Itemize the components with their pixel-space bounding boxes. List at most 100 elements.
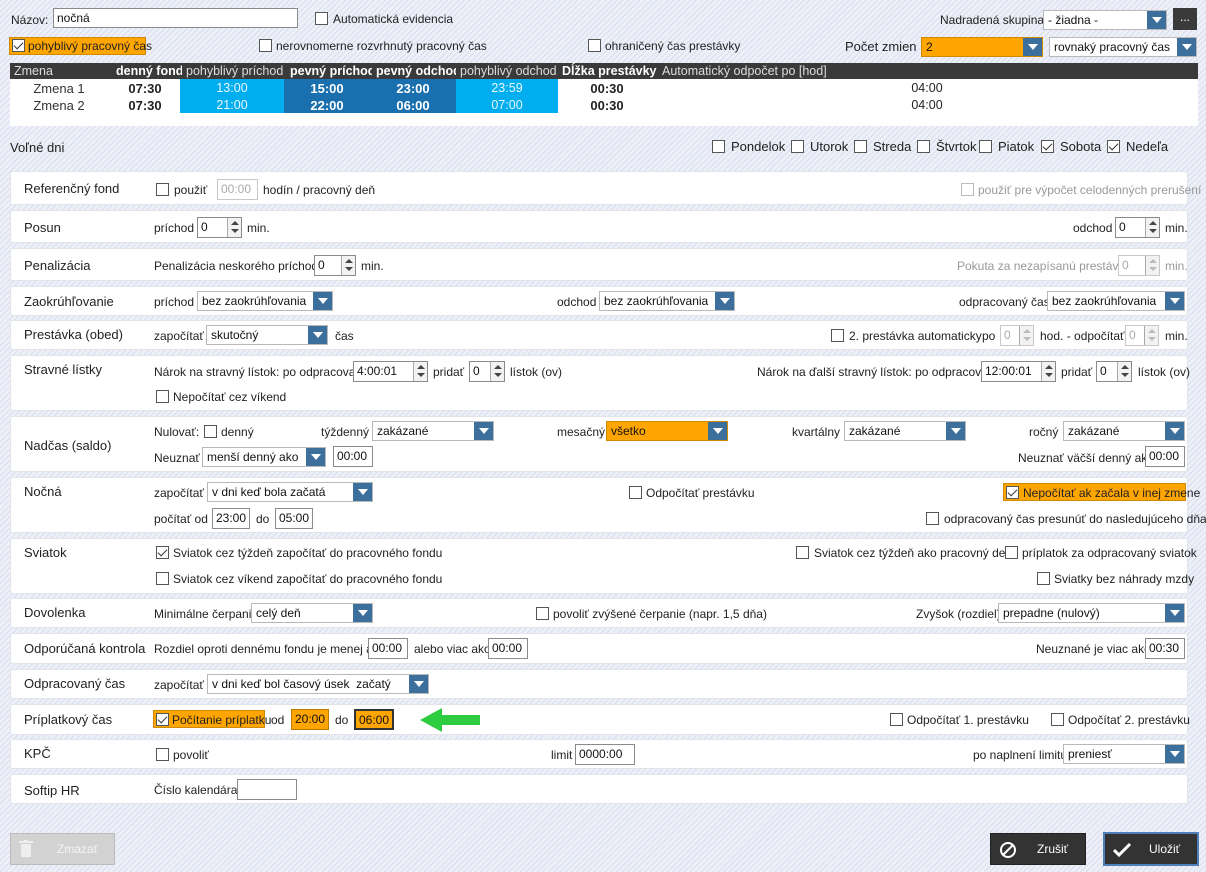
day-checkbox-streda[interactable]	[854, 140, 867, 153]
yearly-select[interactable]: zakázané	[1063, 421, 1185, 441]
holiday-no-comp-checkbox[interactable]	[1037, 572, 1050, 585]
table-cell[interactable]: 04:00	[890, 97, 964, 114]
rounding-departure-select[interactable]: bez zaokrúhľovania	[599, 291, 735, 311]
check-unrec-input[interactable]: 00:30	[1145, 638, 1185, 659]
name-input[interactable]: nočná	[53, 8, 298, 28]
table-cell[interactable]: 07:30	[110, 80, 180, 97]
holiday-weekend-fund-checkbox[interactable]	[156, 572, 169, 585]
spinner-arrows-icon[interactable]	[1019, 326, 1033, 345]
day-checkbox-sobota[interactable]	[1041, 140, 1054, 153]
surcharge-b1-checkbox[interactable]	[890, 713, 903, 726]
daily-reset-checkbox[interactable]	[204, 425, 217, 438]
day-checkbox-piatok[interactable]	[979, 140, 992, 153]
arrival-offset-spinner[interactable]: 0	[197, 217, 242, 238]
uneven-checkbox[interactable]	[259, 39, 272, 52]
kpc-allow-checkbox[interactable]	[156, 748, 169, 761]
table-cell[interactable]: Zmena 2	[24, 97, 94, 114]
break-deduct-spinner[interactable]: 0	[1125, 325, 1159, 346]
weekly-select[interactable]: zakázané	[372, 421, 494, 441]
delete-button[interactable]: Zmazať	[10, 833, 115, 865]
spinner-arrows-icon[interactable]	[1144, 326, 1158, 345]
check-less-input[interactable]: 00:00	[368, 638, 408, 659]
vacation-rest-select[interactable]: prepadne (nulový)	[998, 603, 1185, 623]
limited-break-checkbox[interactable]	[588, 39, 601, 52]
flexible-checkbox[interactable]	[12, 39, 25, 52]
ref-fund-full-checkbox[interactable]	[961, 183, 974, 196]
break-count-select[interactable]: skutočný	[206, 325, 328, 345]
quarterly-select[interactable]: zakázané	[844, 421, 966, 441]
ignore-time-input[interactable]: 00:00	[333, 446, 373, 467]
rounding-worked-select[interactable]: bez zaokrúhľovania	[1047, 291, 1185, 311]
holiday-week-fund-checkbox[interactable]	[156, 546, 169, 559]
distribution-select[interactable]: rovnaký pracovný čas	[1049, 37, 1197, 57]
night-to-input[interactable]: 05:00	[275, 508, 313, 529]
day-checkbox-utorok[interactable]	[791, 140, 804, 153]
meal-entitle-spinner[interactable]: 4:00:01	[353, 361, 428, 382]
day-checkbox-nedela[interactable]	[1107, 140, 1120, 153]
table-cell[interactable]: 23:00	[370, 80, 456, 97]
rounding-arrival-select[interactable]: bez zaokrúhľovania	[197, 291, 333, 311]
spinner-arrows-icon[interactable]	[341, 256, 355, 275]
table-cell[interactable]: 22:00	[284, 97, 370, 114]
monthly-select[interactable]: všetko	[606, 421, 728, 441]
spinner-arrows-icon[interactable]	[413, 362, 427, 381]
auto-evidence-checkbox[interactable]	[315, 12, 328, 25]
holiday-workday-checkbox[interactable]	[796, 546, 809, 559]
table-cell[interactable]: 00:30	[570, 80, 644, 97]
ref-fund-hours-input[interactable]: 00:00	[217, 179, 258, 200]
spinner-arrows-icon[interactable]	[490, 362, 504, 381]
break-after-spinner[interactable]: 0	[1000, 325, 1034, 346]
surcharge-calc-checkbox[interactable]	[156, 713, 169, 726]
spinner-arrows-icon[interactable]	[1145, 218, 1159, 237]
vacation-min-select[interactable]: celý deň	[251, 603, 373, 623]
table-cell[interactable]: 21:00	[180, 97, 284, 114]
departure-offset-spinner[interactable]: 0	[1115, 217, 1160, 238]
fine-spinner[interactable]: 0	[1118, 255, 1160, 276]
spinner-arrows-icon[interactable]	[1145, 256, 1159, 275]
table-cell[interactable]: 07:30	[110, 97, 180, 114]
night-not-other-checkbox[interactable]	[1006, 486, 1019, 499]
meal-next-spinner[interactable]: 12:00:01	[981, 361, 1056, 382]
more-button[interactable]: ...	[1173, 8, 1197, 30]
holiday-bonus-checkbox[interactable]	[1005, 546, 1018, 559]
table-cell[interactable]: 07:00	[456, 97, 558, 114]
surcharge-b2-checkbox[interactable]	[1051, 713, 1064, 726]
checkmark-icon	[1113, 842, 1131, 858]
table-cell[interactable]: 00:30	[570, 97, 644, 114]
meal-add2-spinner[interactable]: 0	[1096, 361, 1132, 382]
table-cell[interactable]: Zmena 1	[24, 80, 94, 97]
spinner-arrows-icon[interactable]	[227, 218, 241, 237]
second-break-checkbox[interactable]	[831, 329, 844, 342]
night-move-checkbox[interactable]	[926, 512, 939, 525]
table-cell[interactable]: 23:59	[456, 80, 558, 97]
ignore-select[interactable]: menší denný ako	[202, 447, 326, 467]
parent-group-select[interactable]: - žiadna -	[1043, 10, 1167, 30]
surcharge-from-input[interactable]: 20:00	[291, 709, 329, 730]
shift-count-select[interactable]: 2	[921, 37, 1043, 57]
night-deduct-checkbox[interactable]	[629, 486, 642, 499]
night-count-select[interactable]: v dni keď bola začatá	[207, 482, 373, 502]
table-cell[interactable]: 15:00	[284, 80, 370, 97]
kpc-after-select[interactable]: preniesť	[1063, 744, 1185, 764]
save-button[interactable]: Uložiť	[1103, 832, 1199, 866]
ref-fund-use-checkbox[interactable]	[156, 183, 169, 196]
worked-count-select[interactable]: v dni keď bol časový úsek začatý	[207, 674, 429, 694]
cancel-button[interactable]: Zrušiť	[990, 833, 1086, 865]
spinner-arrows-icon[interactable]	[1117, 362, 1131, 381]
meal-weekend-checkbox[interactable]	[156, 390, 169, 403]
day-checkbox-pondelok[interactable]	[712, 140, 725, 153]
check-more-input[interactable]: 00:00	[488, 638, 528, 659]
table-cell[interactable]: 13:00	[180, 80, 284, 97]
late-penalty-spinner[interactable]: 0	[314, 255, 356, 276]
kpc-limit-input[interactable]: 0000:00	[575, 744, 635, 765]
surcharge-to-input[interactable]: 06:00	[354, 709, 394, 730]
calendar-number-input[interactable]	[237, 779, 297, 800]
day-checkbox-stvrtok[interactable]	[917, 140, 930, 153]
meal-add-spinner[interactable]: 0	[469, 361, 505, 382]
night-from-input[interactable]: 23:00	[212, 508, 250, 529]
table-cell[interactable]: 04:00	[890, 80, 964, 97]
vacation-raised-checkbox[interactable]	[536, 607, 549, 620]
spinner-arrows-icon[interactable]	[1041, 362, 1055, 381]
table-cell[interactable]: 06:00	[370, 97, 456, 114]
ignore-more-input[interactable]: 00:00	[1145, 446, 1185, 467]
